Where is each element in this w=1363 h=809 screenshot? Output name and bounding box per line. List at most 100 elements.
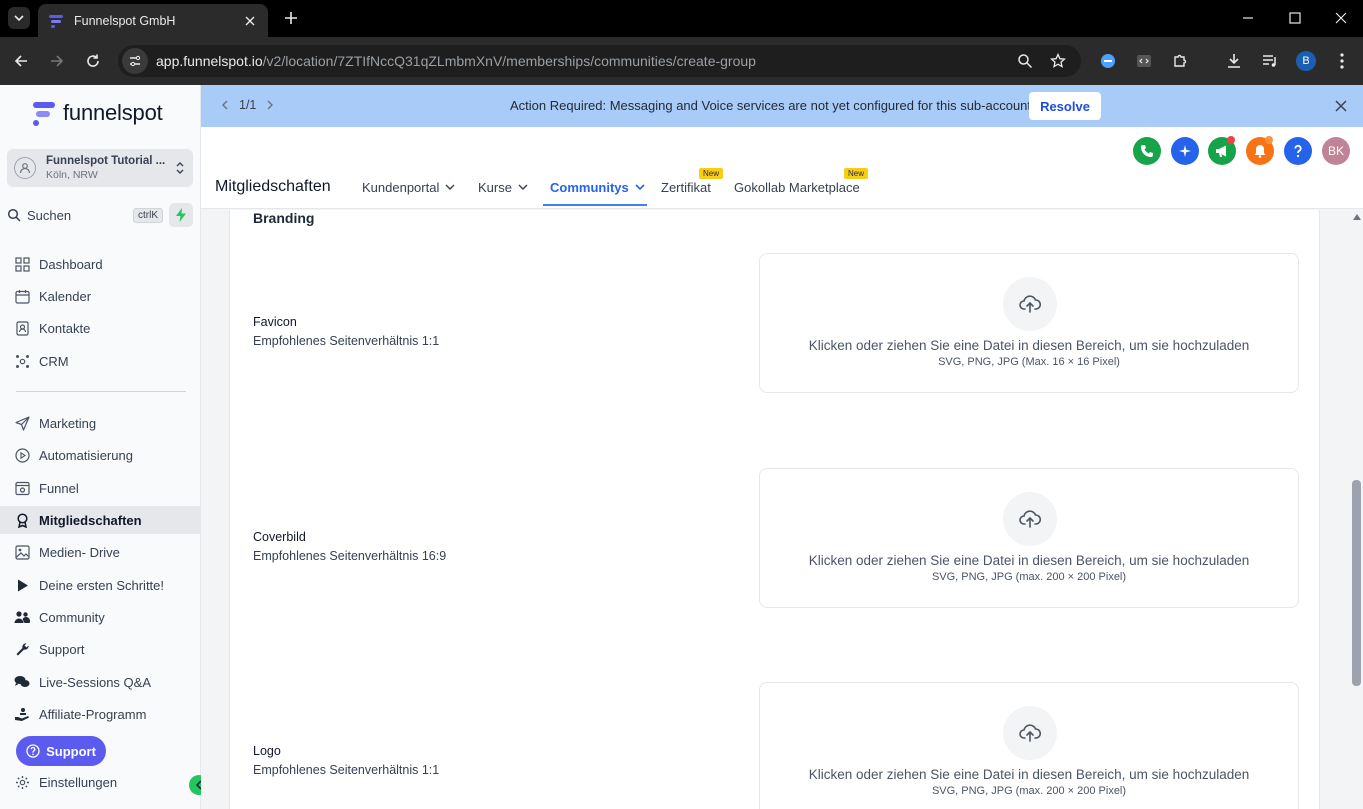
- sidebar-item-label: Medien- Drive: [39, 544, 120, 560]
- sidebar-item-label: Kalender: [39, 288, 92, 304]
- support-button[interactable]: Support: [16, 736, 106, 766]
- search-button[interactable]: Suchen ctrlK: [7, 203, 163, 227]
- close-icon[interactable]: [1333, 98, 1349, 114]
- user-avatar[interactable]: BK: [1322, 137, 1350, 165]
- media-queue-icon[interactable]: [1260, 51, 1280, 71]
- resolve-button[interactable]: Resolve: [1029, 92, 1101, 120]
- sidebar-item-kontakte[interactable]: Kontakte: [0, 314, 200, 342]
- phone-button[interactable]: [1133, 137, 1161, 165]
- page-title: Mitgliedschaften: [215, 178, 331, 195]
- sidebar-item-marketing[interactable]: Marketing: [0, 409, 200, 437]
- sidebar-item-automatisierung[interactable]: Automatisierung: [0, 441, 200, 469]
- notifications-button[interactable]: [1246, 136, 1274, 165]
- reload-icon[interactable]: [83, 51, 103, 71]
- close-window-icon[interactable]: [1331, 8, 1351, 28]
- zoom-icon[interactable]: [1016, 52, 1034, 70]
- app: funnelspot Funnelspot Tutorial ... Köln,…: [0, 85, 1363, 809]
- site-settings-icon[interactable]: [122, 48, 148, 74]
- favicon-upload-dropzone[interactable]: Klicken oder ziehen Sie eine Datei in di…: [759, 253, 1299, 393]
- minimize-icon[interactable]: [1238, 8, 1258, 28]
- sidebar-item-affiliate[interactable]: Affiliate-Programm: [0, 700, 200, 728]
- download-icon[interactable]: [1224, 51, 1244, 71]
- sidebar-item-support[interactable]: Support: [0, 635, 200, 663]
- banner-message: Action Required: Messaging and Voice ser…: [510, 98, 1035, 113]
- announcements-button[interactable]: [1208, 136, 1236, 165]
- new-tab-icon[interactable]: [281, 8, 301, 28]
- sidebar-item-label: Dashboard: [39, 256, 103, 272]
- bell-icon: [1254, 145, 1266, 158]
- calendar-icon: [14, 288, 30, 304]
- send-icon: [14, 415, 30, 431]
- tab-communitys[interactable]: Communitys: [550, 180, 645, 195]
- logo[interactable]: funnelspot: [31, 99, 163, 127]
- bookmark-star-icon[interactable]: [1049, 52, 1067, 70]
- sidebar-item-crm[interactable]: CRM: [0, 347, 200, 375]
- extension-colorful-icon[interactable]: [1098, 51, 1118, 71]
- tab-gokollab-marketplace[interactable]: Gokollab Marketplace: [734, 180, 860, 195]
- sidebar-item-mitgliedschaften[interactable]: Mitgliedschaften: [0, 506, 200, 534]
- forward-icon[interactable]: [47, 51, 67, 71]
- play-icon: [14, 577, 30, 593]
- tab-label: Kurse: [478, 180, 512, 195]
- sidebar-item-erste-schritte[interactable]: Deine ersten Schritte!: [0, 571, 200, 599]
- sidebar-item-medien-drive[interactable]: Medien- Drive: [0, 538, 200, 566]
- chevron-left-icon[interactable]: [221, 100, 229, 110]
- chevron-right-icon[interactable]: [266, 100, 274, 110]
- sidebar-item-funnel[interactable]: Funnel: [0, 474, 200, 502]
- tab-search-button[interactable]: [8, 7, 30, 29]
- location-icon: [14, 157, 36, 179]
- sidebar-item-label: Affiliate-Programm: [39, 706, 147, 722]
- sidebar-item-dashboard[interactable]: Dashboard: [0, 250, 200, 278]
- active-tab-indicator: [543, 204, 647, 206]
- quick-action-button[interactable]: [169, 203, 193, 227]
- hand-icon: [14, 706, 30, 722]
- sidebar-item-live-sessions[interactable]: Live-Sessions Q&A: [0, 668, 200, 696]
- notification-dot: [1265, 136, 1273, 144]
- more-menu-icon[interactable]: [1332, 51, 1352, 71]
- branding-card: Branding Favicon Empfohlenes Seitenverhä…: [229, 210, 1320, 809]
- tab-kurse[interactable]: Kurse: [478, 180, 528, 195]
- new-badge: New: [699, 168, 724, 179]
- help-icon: [26, 744, 40, 758]
- logo-hint: Empfohlenes Seitenverhältnis 1:1: [253, 763, 440, 777]
- sidebar-item-kalender[interactable]: Kalender: [0, 282, 200, 310]
- scroll-thumb[interactable]: [1352, 480, 1361, 686]
- logo-text: funnelspot: [63, 100, 163, 125]
- back-icon[interactable]: [11, 51, 31, 71]
- extensions-puzzle-icon[interactable]: [1170, 51, 1190, 71]
- close-tab-icon[interactable]: [242, 13, 258, 29]
- coverbild-upload-dropzone[interactable]: Klicken oder ziehen Sie eine Datei in di…: [759, 468, 1299, 608]
- help-button[interactable]: [1284, 137, 1312, 165]
- sidebar-item-label: Kontakte: [39, 320, 91, 336]
- tab-title: Funnelspot GmbH: [74, 13, 176, 28]
- tab-label: Communitys: [550, 180, 629, 195]
- account-switcher[interactable]: Funnelspot Tutorial ... Köln, NRW: [7, 149, 193, 187]
- sidebar-item-community[interactable]: Community: [0, 603, 200, 631]
- section-title: Branding: [253, 210, 315, 226]
- sidebar-item-einstellungen[interactable]: Einstellungen: [0, 768, 200, 796]
- search-shortcut: ctrlK: [133, 207, 163, 223]
- tab-zertifikat[interactable]: Zertifikat: [661, 180, 711, 195]
- browser-tab[interactable]: Funnelspot GmbH: [38, 4, 268, 37]
- contacts-icon: [14, 320, 30, 336]
- tab-kundenportal[interactable]: Kundenportal: [362, 180, 455, 195]
- upload-formats: SVG, PNG, JPG (max. 200 × 200 Pixel): [931, 785, 1127, 797]
- chevron-down-icon: [14, 15, 24, 22]
- scroll-up-arrow[interactable]: [1353, 214, 1361, 220]
- upload-instruction: Klicken oder ziehen Sie eine Datei in di…: [808, 553, 1250, 568]
- sidebar-item-label: Community: [39, 609, 105, 625]
- logo-upload-dropzone[interactable]: Klicken oder ziehen Sie eine Datei in di…: [759, 682, 1299, 809]
- maximize-icon[interactable]: [1285, 8, 1305, 28]
- code-extension-icon[interactable]: [1134, 51, 1154, 71]
- sidebar-item-label: CRM: [39, 353, 69, 369]
- page-scrollbar[interactable]: [1350, 210, 1363, 809]
- profile-avatar[interactable]: B: [1296, 51, 1316, 71]
- sidebar-item-label: Deine ersten Schritte!: [39, 577, 165, 593]
- ai-assistant-button[interactable]: [1171, 137, 1199, 165]
- funnelspot-favicon-icon: [49, 14, 63, 28]
- chevron-down-icon: [518, 184, 528, 190]
- page-header: BK Mitgliedschaften Kundenportal Kurse C…: [201, 127, 1363, 209]
- address-bar[interactable]: app.funnelspot.io/v2/location/7ZTIfNccQ3…: [118, 45, 1081, 77]
- main-content: Branding Favicon Empfohlenes Seitenverhä…: [201, 210, 1350, 809]
- upload-cloud-icon: [1003, 492, 1057, 546]
